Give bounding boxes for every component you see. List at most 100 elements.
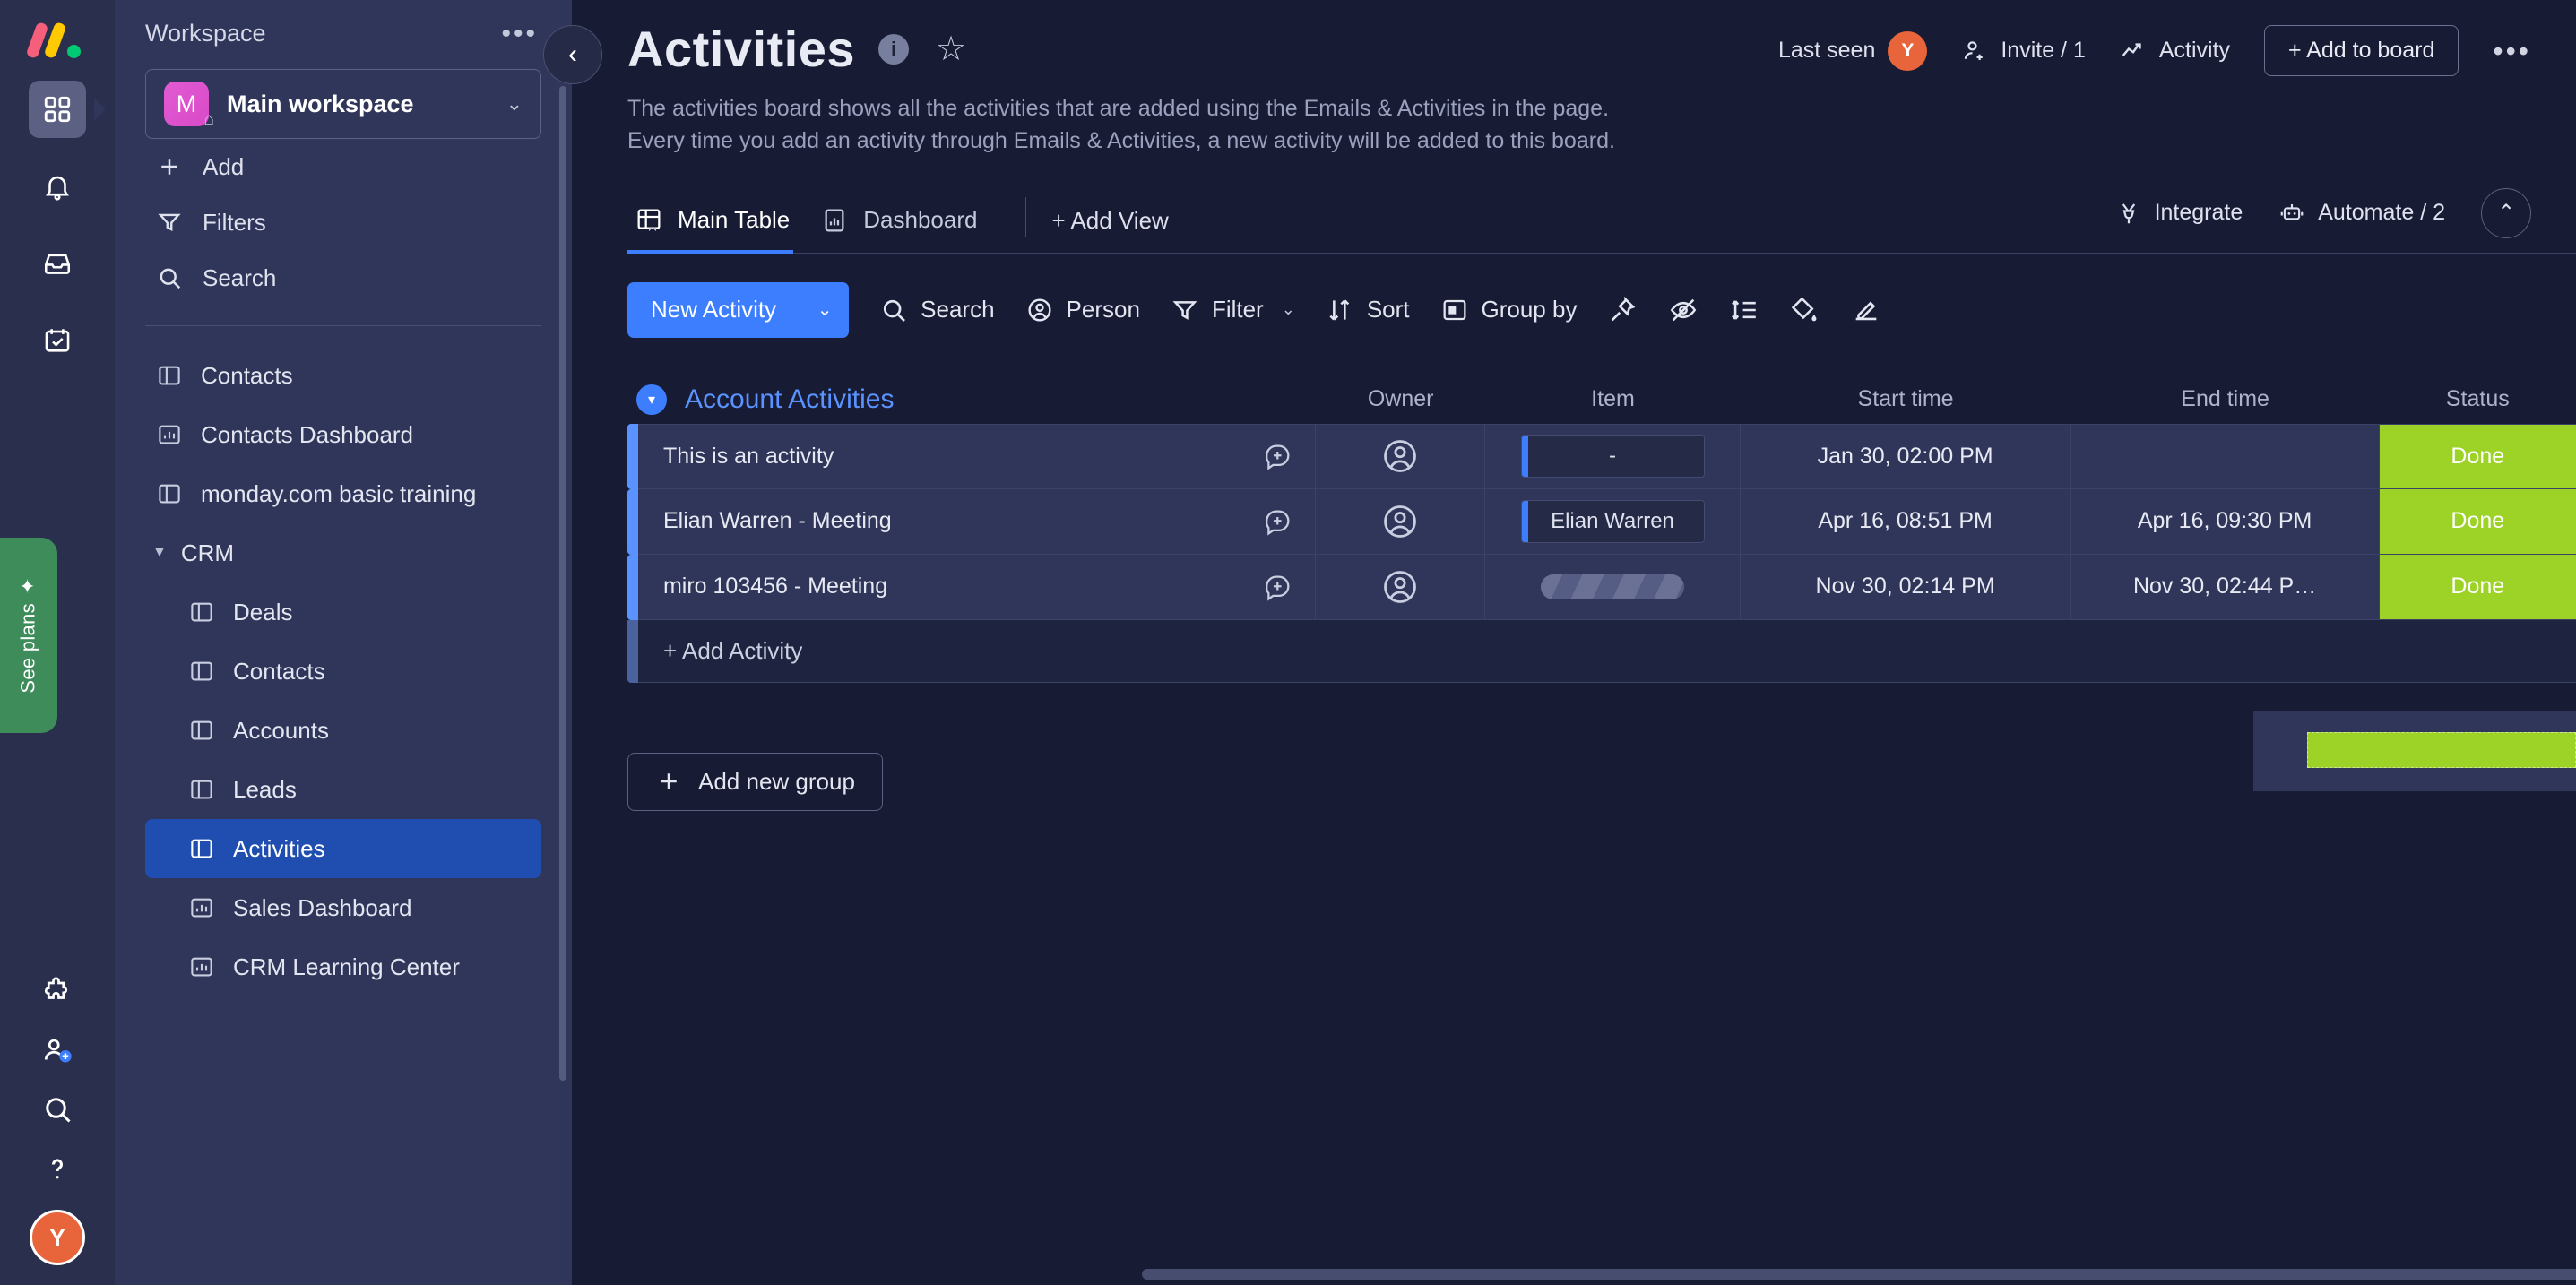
- monday-logo-icon[interactable]: [25, 20, 85, 61]
- row-start-time-cell[interactable]: Apr 16, 08:51 PM: [1740, 488, 2071, 555]
- chevron-down-icon[interactable]: ⌄: [1282, 300, 1295, 319]
- help-icon[interactable]: [39, 1151, 75, 1186]
- activity-log-button[interactable]: Activity: [2120, 38, 2230, 65]
- search-icon[interactable]: [39, 1091, 75, 1127]
- column-header-end-time[interactable]: End time: [2071, 386, 2380, 412]
- new-activity-caret-icon[interactable]: ⌄: [800, 281, 850, 338]
- row-item-cell[interactable]: -: [1485, 423, 1741, 489]
- hide-eye-icon[interactable]: [1668, 295, 1699, 325]
- add-update-chat-icon[interactable]: [1263, 506, 1293, 537]
- sidebar-item-contacts[interactable]: Contacts: [145, 346, 541, 405]
- rail-item-inbox[interactable]: [29, 235, 86, 292]
- toolbar-group-by-button[interactable]: Group by: [1440, 296, 1577, 324]
- collapse-header-button[interactable]: ⌃: [2481, 187, 2531, 238]
- table-row[interactable]: miro 103456 - Meeting Nov 30, 02:14 PM N…: [627, 554, 2576, 620]
- see-plans-button[interactable]: See plans ✦: [0, 538, 57, 733]
- group-collapse-icon[interactable]: ▾: [636, 384, 667, 415]
- add-activity-button[interactable]: + Add Activity: [638, 619, 2576, 683]
- row-end-time-cell[interactable]: Nov 30, 02:44 P…: [2070, 554, 2380, 620]
- row-name-cell[interactable]: miro 103456 - Meeting: [637, 554, 1316, 620]
- invite-button[interactable]: Invite / 1: [1961, 38, 2086, 65]
- row-height-icon[interactable]: [1729, 295, 1759, 325]
- filter-icon: [1172, 300, 1197, 320]
- row-owner-cell[interactable]: [1315, 554, 1486, 620]
- rail-item-my-work[interactable]: [29, 312, 86, 369]
- board-more-icon[interactable]: •••: [2493, 37, 2531, 65]
- toolbar-search-button[interactable]: Search: [879, 296, 995, 324]
- sidebar-action-add[interactable]: Add: [145, 139, 541, 194]
- apps-puzzle-icon[interactable]: [39, 973, 75, 1009]
- sidebar-action-search[interactable]: Search: [145, 250, 541, 306]
- row-start-time-cell[interactable]: Jan 30, 02:00 PM: [1740, 423, 2071, 489]
- sidebar-item-deals[interactable]: Deals: [145, 582, 541, 642]
- group-status-summary-bar[interactable]: [2307, 731, 2576, 768]
- last-seen-avatar[interactable]: Y: [1888, 30, 1928, 71]
- row-end-time-cell[interactable]: [2070, 423, 2380, 489]
- sidebar-item-sales-dashboard[interactable]: Sales Dashboard: [145, 878, 541, 937]
- color-fill-icon[interactable]: [1790, 295, 1820, 325]
- tab-main-table[interactable]: Main Table: [627, 195, 813, 254]
- invite-label: Invite / 1: [2001, 38, 2086, 63]
- toolbar-person-button[interactable]: Person: [1025, 296, 1140, 324]
- table-row[interactable]: Elian Warren - Meeting Elian Warren Apr …: [627, 488, 2576, 555]
- add-update-chat-icon[interactable]: [1263, 572, 1293, 602]
- row-start-time-cell[interactable]: Nov 30, 02:14 PM: [1740, 554, 2071, 620]
- add-activity-row[interactable]: + Add Activity: [627, 619, 2576, 683]
- sidebar-item-contacts-dashboard[interactable]: Contacts Dashboard: [145, 405, 541, 464]
- new-activity-button[interactable]: New Activity ⌄: [627, 281, 850, 338]
- chevron-down-icon[interactable]: ⌄: [506, 92, 523, 116]
- workspace-more-icon[interactable]: •••: [501, 20, 538, 47]
- integrate-button[interactable]: Integrate: [2115, 200, 2243, 227]
- column-header-owner[interactable]: Owner: [1316, 386, 1485, 412]
- row-end-time-cell[interactable]: Apr 16, 09:30 PM: [2070, 488, 2380, 555]
- edit-board-icon[interactable]: [1851, 295, 1881, 325]
- sidebar-scrollbar[interactable]: [559, 86, 566, 1081]
- rail-item-notifications[interactable]: [29, 158, 86, 215]
- automate-button[interactable]: Automate / 2: [2278, 200, 2445, 227]
- chevron-down-icon[interactable]: ▼: [152, 545, 167, 561]
- sidebar-collapse-button[interactable]: ‹: [543, 25, 602, 84]
- invite-members-icon[interactable]: [39, 1032, 75, 1068]
- info-icon[interactable]: i: [878, 33, 909, 65]
- add-new-group-button[interactable]: Add new group: [627, 752, 883, 811]
- rail-item-home[interactable]: [29, 81, 86, 138]
- sidebar-item-crm-learning-center[interactable]: CRM Learning Center: [145, 937, 541, 996]
- user-avatar[interactable]: Y: [30, 1210, 85, 1265]
- row-owner-cell[interactable]: [1315, 488, 1486, 555]
- column-header-start-time[interactable]: Start time: [1741, 386, 2071, 412]
- pin-icon[interactable]: [1607, 295, 1638, 325]
- star-icon[interactable]: ☆: [936, 32, 966, 66]
- add-to-board-button[interactable]: + Add to board: [2264, 25, 2459, 76]
- row-item-cell[interactable]: [1485, 554, 1741, 620]
- item-chip[interactable]: Elian Warren: [1520, 499, 1705, 543]
- last-seen-group[interactable]: Last seen Y: [1778, 30, 1928, 71]
- integrate-plug-icon: [2122, 203, 2135, 223]
- horizontal-scrollbar[interactable]: [1142, 1269, 2576, 1280]
- row-item-cell[interactable]: Elian Warren: [1485, 488, 1741, 555]
- sidebar-action-filters[interactable]: Filters: [145, 194, 541, 250]
- toolbar-sort-button[interactable]: Sort: [1326, 296, 1410, 324]
- add-update-chat-icon[interactable]: [1263, 441, 1293, 471]
- row-status-cell[interactable]: Done: [2379, 554, 2576, 620]
- tab-dashboard[interactable]: Dashboard: [813, 195, 1000, 253]
- sidebar-item-accounts[interactable]: Accounts: [145, 701, 541, 760]
- sidebar-folder-crm[interactable]: ▼ CRM: [145, 523, 541, 582]
- group-title[interactable]: Account Activities: [685, 384, 894, 415]
- row-status-cell[interactable]: Done: [2379, 488, 2576, 555]
- row-name-cell[interactable]: This is an activity: [637, 423, 1316, 489]
- workspace-picker[interactable]: M ⌂ Main workspace ⌄: [145, 69, 541, 139]
- sidebar-item-monday-basic-training[interactable]: monday.com basic training: [145, 464, 541, 523]
- row-owner-cell[interactable]: [1315, 423, 1486, 489]
- add-view-button[interactable]: + Add View: [1051, 207, 1168, 253]
- toolbar-filter-button[interactable]: Filter ⌄: [1171, 296, 1295, 324]
- row-name-cell[interactable]: Elian Warren - Meeting: [637, 488, 1316, 555]
- sidebar-item-leads[interactable]: Leads: [145, 760, 541, 819]
- column-header-status[interactable]: Status: [2380, 386, 2576, 412]
- row-status-cell[interactable]: Done: [2379, 423, 2576, 489]
- item-chip[interactable]: -: [1520, 435, 1705, 478]
- sidebar-item-label: CRM Learning Center: [233, 953, 460, 980]
- column-header-item[interactable]: Item: [1485, 386, 1740, 412]
- sidebar-item-activities[interactable]: Activities: [145, 819, 541, 878]
- sidebar-item-crm-contacts[interactable]: Contacts: [145, 642, 541, 701]
- table-row[interactable]: This is an activity - Jan 30, 02:00 PM D…: [627, 423, 2576, 489]
